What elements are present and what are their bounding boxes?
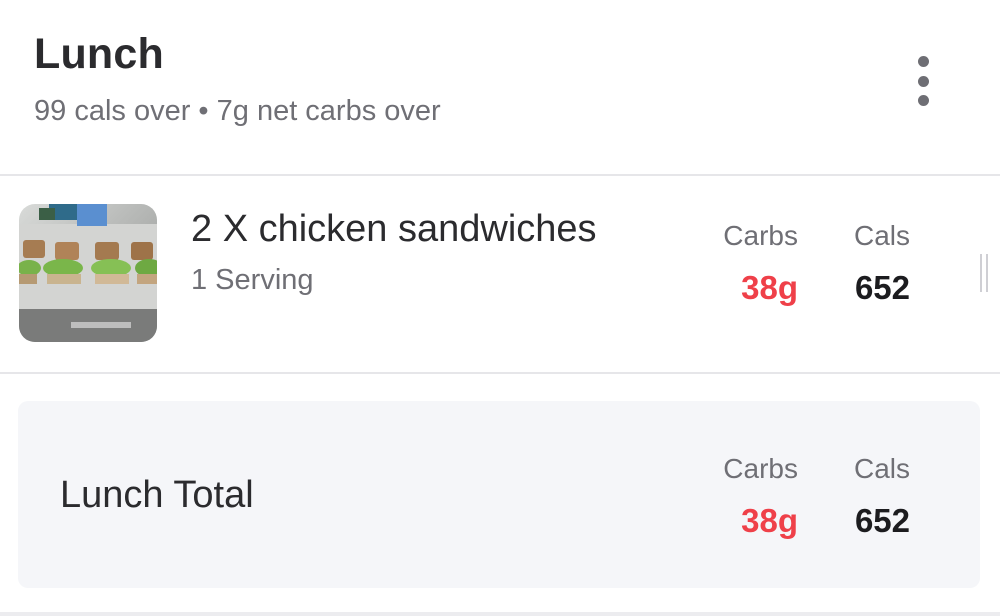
food-item-serving: 1 Serving xyxy=(191,264,314,296)
drag-handle-icon[interactable] xyxy=(980,254,988,292)
food-item-row[interactable]: 2 X chicken sandwiches 1 Serving Carbs C… xyxy=(0,176,1000,374)
bottom-divider xyxy=(0,612,1000,616)
meal-header: Lunch 99 cals over • 7g net carbs over xyxy=(0,0,1000,176)
drag-handle-bar xyxy=(986,254,988,292)
carbs-label: Carbs xyxy=(723,220,798,251)
meal-card: Lunch 99 cals over • 7g net carbs over 2… xyxy=(0,0,1000,616)
carbs-value: 38g xyxy=(741,269,798,306)
cals-value: 652 xyxy=(854,269,910,306)
cals-label: Cals xyxy=(853,220,910,251)
total-cals-value: 652 xyxy=(854,502,910,539)
kebab-menu-icon[interactable] xyxy=(906,56,940,106)
kebab-dot xyxy=(917,75,929,87)
meal-total-label: Lunch Total xyxy=(60,474,254,516)
meal-summary: 99 cals over • 7g net carbs over xyxy=(34,95,441,127)
food-photo xyxy=(19,204,157,342)
kebab-dot xyxy=(917,56,929,67)
meal-title: Lunch xyxy=(34,30,164,78)
food-item-name: 2 X chicken sandwiches xyxy=(191,208,597,250)
kebab-dot xyxy=(917,95,929,106)
total-carbs-label: Carbs xyxy=(723,453,798,484)
meal-total-box: Lunch Total Carbs Cals 38g 652 xyxy=(18,401,980,588)
total-cals-label: Cals xyxy=(853,453,910,484)
drag-handle-bar xyxy=(980,254,982,292)
total-carbs-value: 38g xyxy=(741,502,798,539)
